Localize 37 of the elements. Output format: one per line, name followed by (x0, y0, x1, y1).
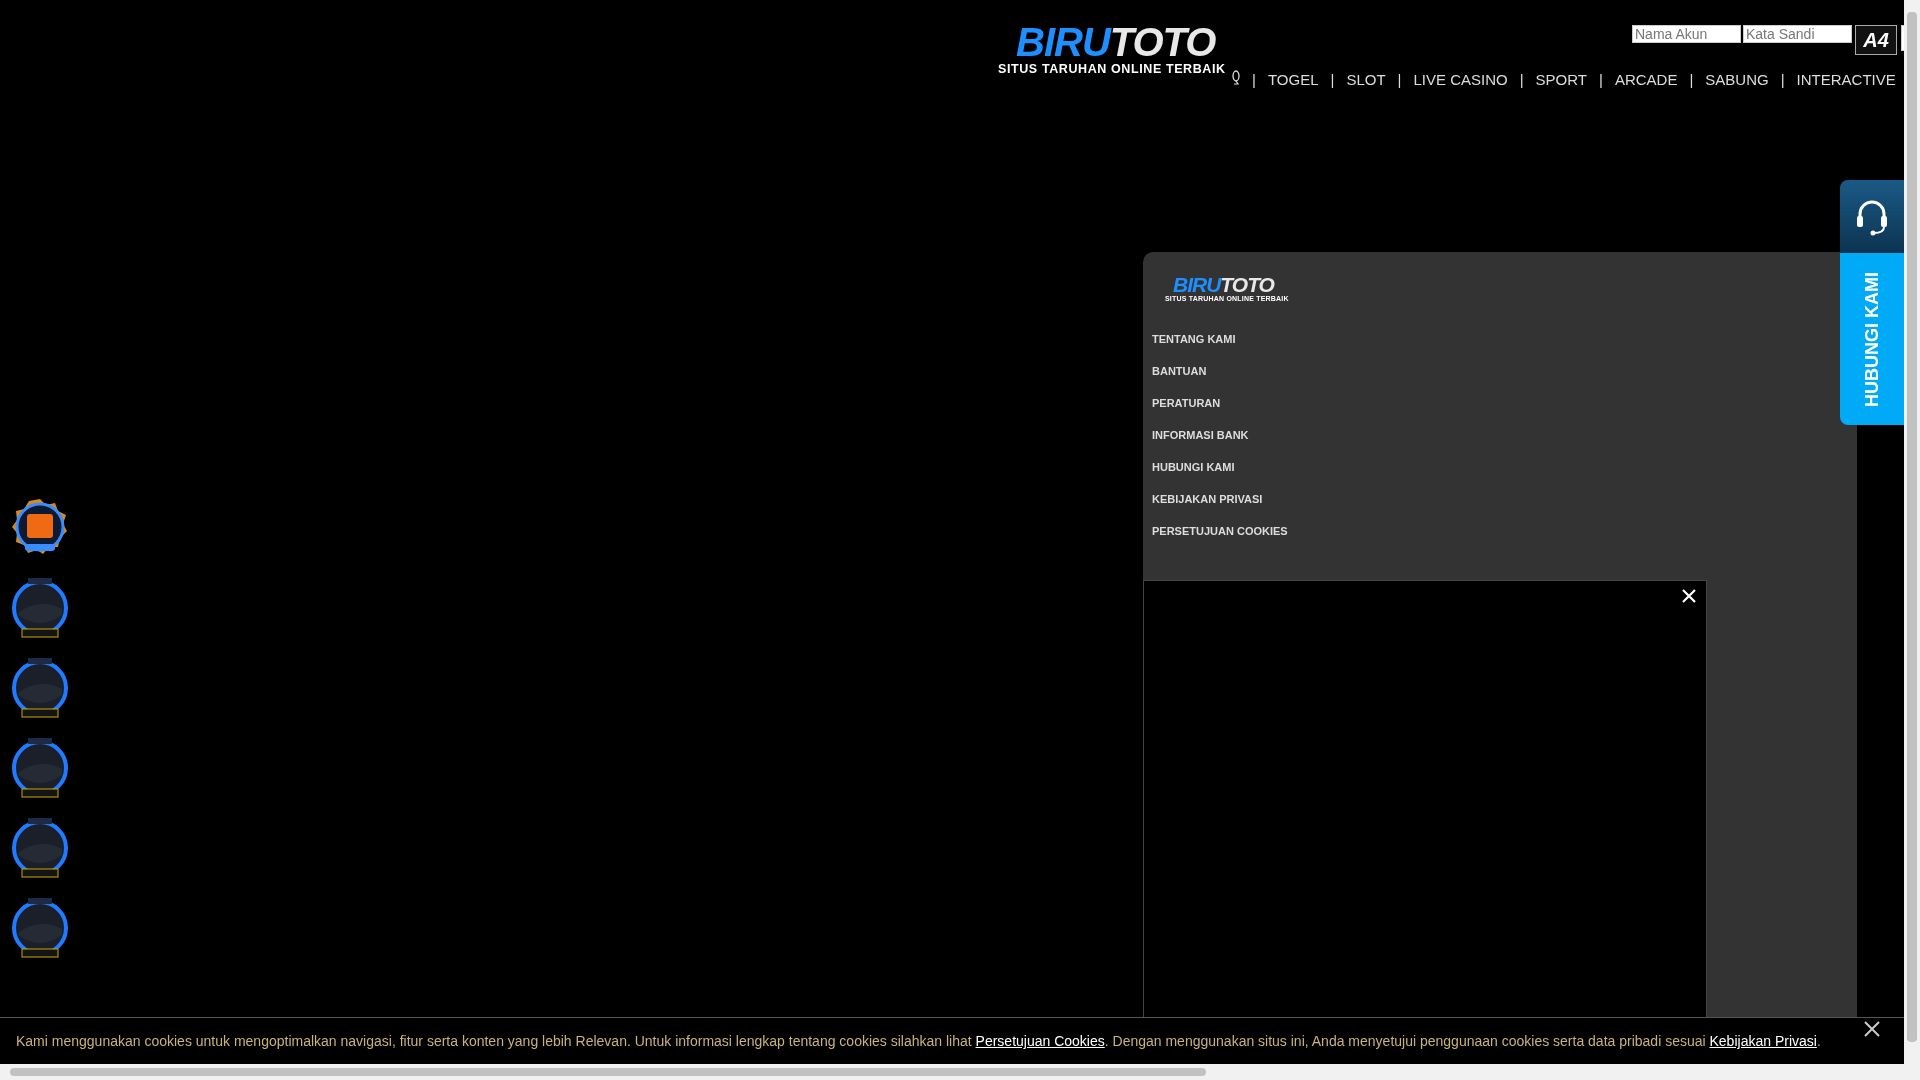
nav-link[interactable]: SLOT (1346, 70, 1386, 88)
footer-link[interactable]: PERATURAN (1152, 396, 1288, 410)
nav-separator: | (1599, 70, 1603, 88)
nav-separator: | (1252, 70, 1256, 88)
footer-link[interactable]: HUBUNGI KAMI (1152, 460, 1288, 474)
footer-link[interactable]: TENTANG KAMI (1152, 332, 1288, 346)
nav-link[interactable]: ARCADE (1614, 70, 1678, 88)
logo-wordmark[interactable]: BIRUTOTO (1165, 274, 1274, 295)
captcha-image: A4 (1855, 25, 1897, 55)
footer-link[interactable]: INFORMASI BANK (1152, 428, 1288, 442)
nav-separator: | (1330, 70, 1335, 88)
nav-separator: | (1519, 70, 1524, 88)
nav-separator: | (1689, 70, 1694, 88)
password-field[interactable]: Kata Sandi (1743, 25, 1852, 43)
cookie-link[interactable]: Kebijakan Privasi (1709, 1033, 1817, 1049)
nav-link[interactable]: TOGEL (1267, 70, 1319, 88)
username-field[interactable]: Nama Akun (1632, 25, 1741, 43)
close-icon (1680, 587, 1698, 605)
footer-link[interactable]: BANTUAN (1152, 364, 1288, 378)
cookie-link[interactable]: Persetujuan Cookies (975, 1033, 1105, 1049)
cookie-notice: Kami menggunakan cookies untuk mengoptimalkan navigasi, fitur serta konten yang lebih Relevan. Untuk informasi lengkap tentang cookies silahkan lihat Persetujuan Cookies. Dengan menggunakan situs ini, Anda menyetujui penggunaan cookies serta data pribadi sesuai Kebijakan Privasi. (16, 1033, 1821, 1049)
logo-tagline: SITUS TARUHAN ONLINE TERBAIK (998, 62, 1226, 76)
horizontal-scrollbar[interactable] (0, 1064, 1920, 1080)
footer-link[interactable]: PERSETUJUAN COOKIES (1152, 524, 1288, 538)
nav-link[interactable]: SABUNG (1705, 70, 1769, 88)
nav-link[interactable]: INTERACTIVE (1796, 70, 1896, 88)
contact-label: HUBUNGI KAMI (1861, 271, 1883, 407)
nav-link[interactable]: LIVE CASINO (1413, 70, 1508, 88)
close-icon (1862, 1019, 1882, 1039)
logo-wordmark[interactable]: BIRUTOTO (998, 22, 1216, 62)
vertical-scrollbar[interactable] (1904, 0, 1920, 1064)
footer-link[interactable]: KEBIJAKAN PRIVASI (1152, 492, 1288, 506)
nav-link[interactable]: SPORT (1535, 70, 1587, 88)
nav-separator: | (1780, 70, 1785, 88)
nav-separator: | (1397, 70, 1402, 88)
close-button[interactable] (1680, 587, 1698, 605)
close-button[interactable] (1862, 1019, 1882, 1039)
